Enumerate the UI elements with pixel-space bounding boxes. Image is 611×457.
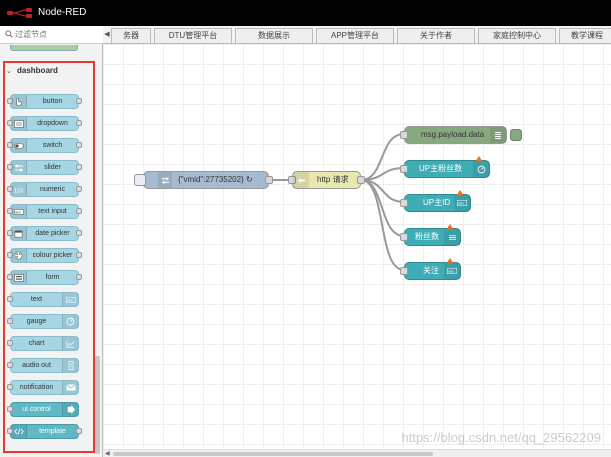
inject-node[interactable]: {"vmid":27735202} ↻ [134,171,273,189]
output-port[interactable] [357,176,365,184]
text-id-node[interactable]: UP主ID abc [400,190,471,212]
palette-filter [0,26,103,44]
search-icon [5,30,13,38]
node-red-logo-icon [7,8,32,18]
flow-workspace[interactable]: {"vmid":27735202} ↻ http 请求 msg.payload.… [103,44,611,449]
input-port[interactable] [400,131,408,139]
abc-icon: abc [444,263,460,279]
tab-server[interactable]: 务器 [111,28,151,43]
follow-node[interactable]: 关注 abc [400,258,461,280]
debug-toggle-button[interactable] [510,129,522,141]
gauge-node[interactable]: UP主粉丝数 [400,156,490,178]
workspace-horizontal-scrollbar[interactable]: ◀ [103,449,611,457]
palette-filter-input[interactable] [15,28,99,41]
palette-scrollbar[interactable] [95,356,100,454]
input-port[interactable] [400,199,408,207]
workspace-tabs: ◀ 务器 DTU管理平台 数据展示 APP管理平台 关于作者 家庭控制中心 教学… [103,26,611,44]
gauge-node-label: UP主粉丝数 [419,164,463,173]
text-id-node-label: UP主ID [423,198,451,207]
input-port[interactable] [400,267,408,275]
input-port[interactable] [400,165,408,173]
header-bar: Node-RED [0,0,611,26]
palette-node-partial[interactable] [10,45,78,51]
watermark: https://blog.csdn.net/qq_29562209 [401,430,602,445]
debug-node[interactable]: msg.payload.data [400,126,522,144]
highlight-outline [3,61,95,453]
gauge-icon [473,161,489,177]
abc-icon: abc [454,195,470,211]
http-node-label: http 请求 [317,175,349,184]
debug-list-icon [490,127,506,143]
inject-button[interactable] [134,174,146,186]
svg-text:abc: abc [448,270,454,274]
list-icon [444,229,460,245]
tab-scroll-left-icon[interactable]: ◀ [103,26,111,43]
tab-tutorials[interactable]: 教学课程 [559,28,611,43]
tab-data-display[interactable]: 数据展示 [235,28,313,43]
fans-node[interactable]: 粉丝数 [400,224,461,246]
inject-node-label: {"vmid":27735202} ↻ [178,175,253,184]
wire-http-follow [360,179,405,271]
tab-about-author[interactable]: 关于作者 [397,28,475,43]
http-request-node[interactable]: http 请求 [288,171,365,189]
svg-text:abc: abc [458,202,464,206]
tab-home-control[interactable]: 家庭控制中心 [478,28,556,43]
debug-node-label: msg.payload.data [421,130,485,139]
follow-node-label: 关注 [423,266,439,275]
fans-node-label: 粉丝数 [415,232,439,241]
globe-icon [293,172,309,188]
output-port[interactable] [265,176,273,184]
scrollbar-thumb[interactable] [113,452,433,456]
node-palette: ⌄ dashboard button dropdown switch slide… [0,26,103,457]
tab-dtu[interactable]: DTU管理平台 [154,28,232,43]
inject-arrows-icon [158,172,172,188]
scroll-left-icon[interactable]: ◀ [105,450,110,457]
tab-app-admin[interactable]: APP管理平台 [316,28,394,43]
app-title: Node-RED [38,7,87,18]
input-port[interactable] [400,233,408,241]
flow-wires [269,133,405,271]
